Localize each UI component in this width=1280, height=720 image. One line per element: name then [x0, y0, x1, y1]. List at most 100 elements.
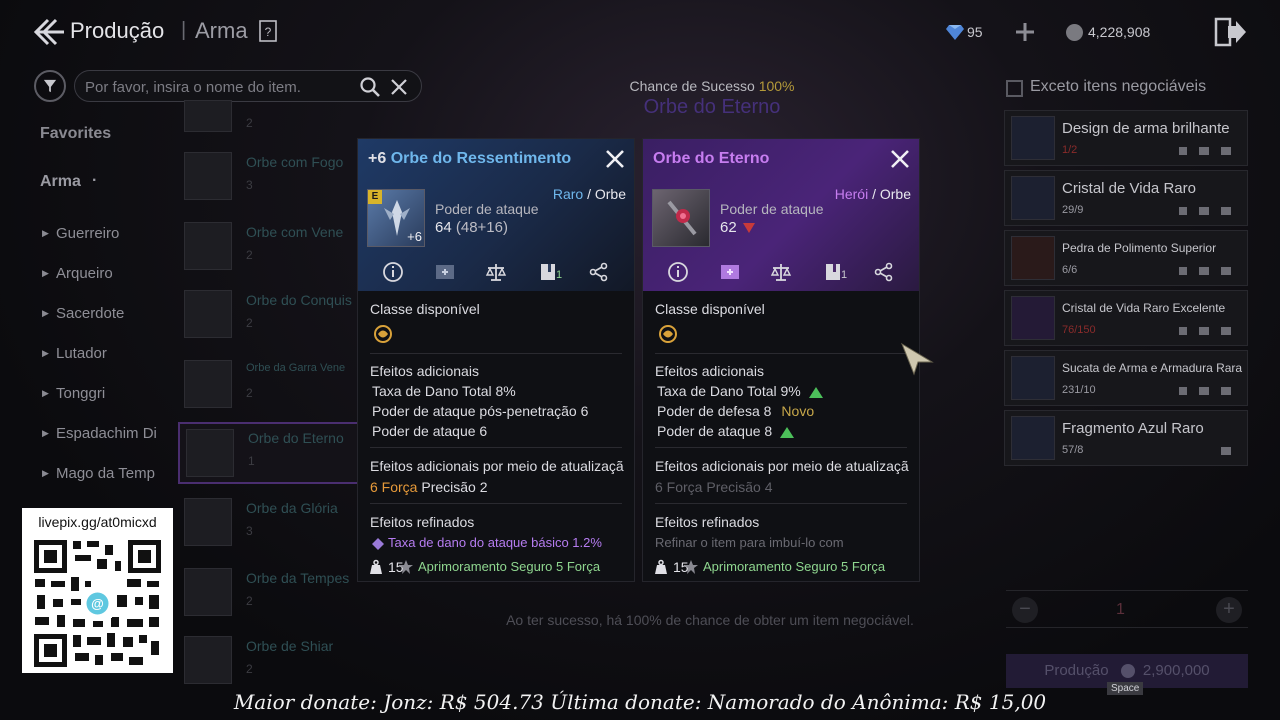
- material-count: 29/9: [1062, 204, 1084, 216]
- material-item[interactable]: Fragmento Azul Raro 57/8: [1004, 410, 1248, 466]
- list-item[interactable]: Orbe de Shiar 2: [178, 632, 418, 688]
- material-count: 6/6: [1062, 264, 1078, 276]
- tooltip-title: Orbe do Eterno: [653, 150, 769, 168]
- item-rarity: Herói / Orbe: [835, 186, 911, 202]
- orb-weapon-icon: [667, 200, 697, 236]
- chevron-right-icon: ▶: [42, 268, 49, 278]
- info-icon[interactable]: [382, 261, 404, 283]
- share-icon[interactable]: [588, 261, 610, 283]
- book-count: 1: [556, 269, 563, 281]
- class-emblem-icon: [659, 325, 677, 343]
- upgrade-effects-value: 6 Força Precisão 4: [655, 479, 773, 495]
- sidebar-item-tonggri[interactable]: Tonggri: [56, 385, 105, 402]
- enhance-badge: +6: [407, 229, 422, 244]
- list-item-meta: 1: [248, 454, 255, 468]
- except-tradeable-label: Exceto itens negociáveis: [1030, 78, 1207, 95]
- item-type: Orbe: [594, 186, 626, 202]
- quantity-increase-button[interactable]: +: [1216, 597, 1242, 623]
- material-thumbnail: [1011, 356, 1055, 400]
- list-item-meta: 3: [246, 524, 253, 538]
- search-icon[interactable]: [359, 76, 381, 98]
- qr-code: @: [31, 537, 164, 670]
- list-item[interactable]: 2: [178, 100, 418, 136]
- stat-up-icon: [808, 386, 823, 398]
- compare-icon[interactable]: [434, 261, 456, 283]
- clear-search-icon[interactable]: [389, 77, 409, 97]
- material-thumbnail: [1011, 176, 1055, 220]
- sidebar-item-lutador[interactable]: Lutador: [56, 345, 107, 362]
- rarity-label: Herói: [834, 186, 869, 202]
- title-separator: |: [181, 19, 187, 41]
- list-item-name: Orbe do Eterno: [248, 430, 344, 446]
- material-source-icons: [1179, 207, 1231, 215]
- tooltip-toolbar: 1: [358, 257, 634, 287]
- material-name: Design de arma brilhante: [1062, 120, 1230, 137]
- scale-icon[interactable]: [485, 261, 507, 283]
- divider: [370, 503, 622, 504]
- refined-note: Refinar o item para imbuí-lo com: [655, 535, 844, 550]
- info-icon[interactable]: [667, 261, 689, 283]
- refined-effect-text: Taxa de dano do ataque básico 1.2%: [388, 535, 602, 550]
- effects-title: Efeitos adicionais: [655, 363, 764, 379]
- material-item[interactable]: Sucata de Arma e Armadura Rara 231/10: [1004, 350, 1248, 406]
- attack-number: 64: [435, 219, 452, 236]
- quantity-stepper: − 1 +: [1006, 590, 1248, 628]
- quantity-decrease-button[interactable]: −: [1012, 597, 1038, 623]
- material-item[interactable]: Cristal de Vida Raro 29/9: [1004, 170, 1248, 226]
- list-item-name: Orbe de Shiar: [246, 638, 334, 654]
- divider: [655, 447, 907, 448]
- close-icon[interactable]: [604, 148, 626, 170]
- effect-text: Poder de ataque 8: [657, 423, 773, 439]
- material-item[interactable]: Cristal de Vida Raro Excelente 76/150: [1004, 290, 1248, 346]
- attack-detail: (48+16): [455, 219, 508, 236]
- item-thumbnail: [184, 100, 232, 132]
- effect-line: Poder de ataque 8: [657, 423, 795, 439]
- success-note: Ao ter sucesso, há 100% de chance de obt…: [506, 612, 914, 628]
- close-icon[interactable]: [889, 148, 911, 170]
- quantity-value: 1: [1116, 601, 1125, 618]
- list-item-meta: 2: [246, 594, 253, 608]
- material-item[interactable]: Design de arma brilhante 1/2: [1004, 110, 1248, 166]
- item-thumbnail: [184, 636, 232, 684]
- document-icon[interactable]: ?: [258, 20, 278, 42]
- sidebar-item-arqueiro[interactable]: Arqueiro: [56, 265, 113, 282]
- material-source-icons: [1221, 447, 1231, 455]
- sidebar-item-sacerdote[interactable]: Sacerdote: [56, 305, 124, 322]
- refined-effect: Taxa de dano do ataque básico 1.2%: [372, 535, 602, 550]
- sidebar-item-mago[interactable]: Mago da Temp: [56, 465, 162, 482]
- scale-icon[interactable]: [770, 261, 792, 283]
- share-icon[interactable]: [873, 261, 895, 283]
- material-source-icons: [1179, 327, 1231, 335]
- add-currency-button[interactable]: [1014, 21, 1036, 43]
- item-rarity: Raro / Orbe: [553, 186, 626, 202]
- list-item-meta: 2: [246, 316, 253, 330]
- effect-line: Poder de ataque pós-penetração 6: [372, 403, 589, 419]
- safe-enhance-text: Aprimoramento Seguro 5 Força: [703, 559, 886, 574]
- item-thumbnail: [184, 152, 232, 200]
- back-arrow-icon[interactable]: [32, 16, 66, 48]
- attack-label: Poder de ataque: [720, 201, 824, 217]
- chevron-right-icon: ▶: [42, 228, 49, 238]
- filter-icon[interactable]: [34, 70, 66, 102]
- material-count: 57/8: [1062, 444, 1084, 456]
- item-tooltip-target: Orbe do Eterno Herói / Orbe Poder de ata…: [642, 138, 920, 582]
- chevron-right-icon: ▶: [42, 428, 49, 438]
- sidebar-item-guerreiro[interactable]: Guerreiro: [56, 225, 119, 242]
- material-thumbnail: [1011, 296, 1055, 340]
- weight-icon: [370, 559, 382, 574]
- material-name: Sucata de Arma e Armadura Rara: [1062, 361, 1243, 375]
- item-thumbnail: [184, 222, 232, 270]
- sidebar-category-arma[interactable]: Arma: [40, 173, 81, 191]
- sidebar-favorites[interactable]: Favorites: [40, 125, 111, 143]
- rarity-label: Raro: [552, 186, 584, 202]
- tooltip-footer: 15 Aprimoramento Seguro 5 Força: [643, 553, 919, 581]
- except-tradeable-checkbox[interactable]: [1006, 80, 1023, 97]
- exit-icon[interactable]: [1214, 16, 1248, 48]
- enhance-star-icon: [399, 560, 413, 574]
- compare-icon[interactable]: [719, 261, 741, 283]
- item-name: Orbe do Eterno: [653, 150, 770, 167]
- search-input[interactable]: [85, 77, 345, 97]
- material-item[interactable]: Pedra de Polimento Superior 6/6: [1004, 230, 1248, 286]
- coin-icon: [1120, 664, 1135, 679]
- sidebar-item-espadachim[interactable]: Espadachim Di: [56, 425, 162, 442]
